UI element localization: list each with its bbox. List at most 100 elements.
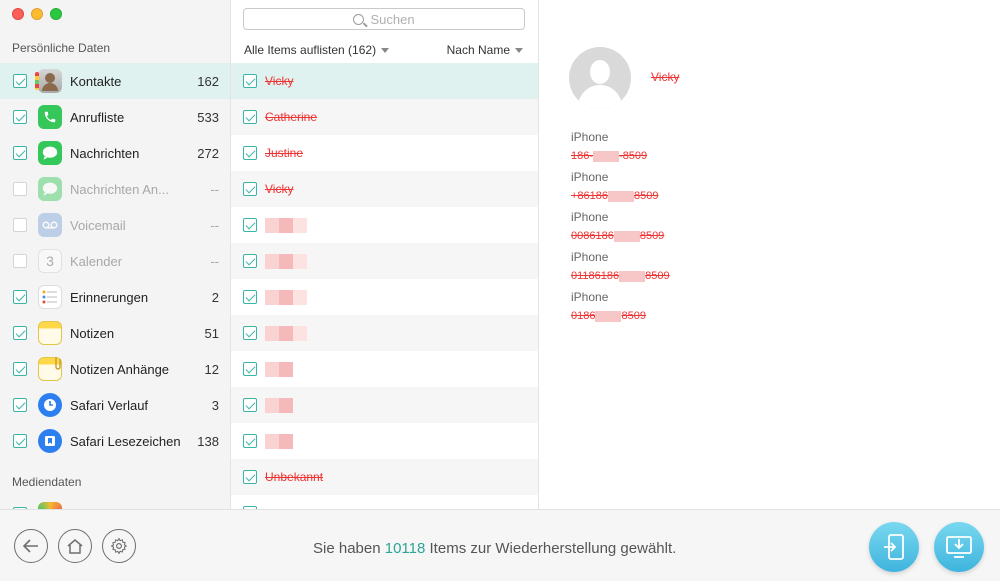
sidebar-item-notes[interactable]: Notizen 51 xyxy=(0,315,230,351)
checkbox[interactable] xyxy=(13,146,27,160)
phone-number: 01186186 8509 xyxy=(571,270,670,282)
phone-prefix: 0186 xyxy=(571,310,596,322)
to-device-icon xyxy=(884,534,904,560)
list-item[interactable] xyxy=(231,387,538,423)
checkbox[interactable] xyxy=(243,470,257,484)
checkbox[interactable] xyxy=(243,110,257,124)
restore-to-device-button[interactable] xyxy=(869,522,919,572)
sidebar-item-label: Kontakte xyxy=(70,73,122,89)
checkbox[interactable] xyxy=(243,254,257,268)
list-item[interactable]: Vicky xyxy=(231,171,538,207)
checkbox[interactable] xyxy=(13,398,27,412)
sidebar-item-voicemail[interactable]: Voicemail -- xyxy=(0,207,230,243)
status-suffix: Items zur Wiederherstellung gewählt. xyxy=(429,540,677,557)
checkbox[interactable] xyxy=(13,434,27,448)
checkbox[interactable] xyxy=(13,362,27,376)
redacted-digits xyxy=(593,150,620,162)
checkbox[interactable] xyxy=(243,434,257,448)
contacts-icon xyxy=(35,69,62,93)
phone-prefix: 186- xyxy=(571,150,594,162)
checkbox[interactable] xyxy=(243,218,257,232)
phone-entry: iPhone 01186186 8509 xyxy=(571,250,670,290)
sidebar-item-contacts[interactable]: Kontakte 162 xyxy=(0,63,230,99)
search-input[interactable]: Suchen xyxy=(243,8,525,30)
detail-contact-name: Vicky xyxy=(651,70,680,84)
phone-suffix: 8509 xyxy=(634,190,659,202)
checkbox[interactable] xyxy=(13,326,27,340)
list-item[interactable]: Vicky xyxy=(231,63,538,99)
sort-dropdown[interactable]: Nach Name xyxy=(447,43,523,57)
messages-icon xyxy=(38,141,62,165)
sidebar-item-call-log[interactable]: Anrufliste 533 xyxy=(0,99,230,135)
avatar xyxy=(569,47,631,109)
sidebar-item-message-attachments[interactable]: Nachrichten An... -- xyxy=(0,171,230,207)
sidebar-item-label: Safari Verlauf xyxy=(70,397,149,413)
phone-number: 0186 8509 xyxy=(571,310,670,322)
list-item[interactable] xyxy=(231,495,538,509)
item-list-pane: Suchen Alle Items auflisten (162) Nach N… xyxy=(231,0,539,509)
sidebar-item-safari-history[interactable]: Safari Verlauf 3 xyxy=(0,387,230,423)
back-button[interactable] xyxy=(14,529,48,563)
list-item[interactable] xyxy=(231,423,538,459)
filter-dropdown[interactable]: Alle Items auflisten (162) xyxy=(244,43,390,57)
settings-button[interactable] xyxy=(102,529,136,563)
note-attachments-icon xyxy=(38,357,62,381)
list-item[interactable]: Unbekannt xyxy=(231,459,538,495)
redacted-digits xyxy=(613,230,640,242)
sidebar-item-safari-bookmarks[interactable]: Safari Lesezeichen 138 xyxy=(0,423,230,459)
list-item[interactable] xyxy=(231,243,538,279)
maximize-window-button[interactable] xyxy=(50,8,62,20)
sidebar-item-photos[interactable] xyxy=(0,496,230,509)
sidebar-item-label: Notizen Anhänge xyxy=(70,361,170,377)
checkbox[interactable] xyxy=(13,290,27,304)
restore-to-computer-button[interactable] xyxy=(934,522,984,572)
status-count: 10118 xyxy=(384,540,426,557)
checkbox[interactable] xyxy=(243,398,257,412)
sidebar-item-count: 533 xyxy=(197,109,219,125)
phone-suffix: 8509 xyxy=(645,270,670,282)
sidebar-item-count: -- xyxy=(210,253,219,269)
close-window-button[interactable] xyxy=(12,8,24,20)
sidebar-item-label: Nachrichten xyxy=(70,145,140,161)
redacted-name xyxy=(265,361,293,377)
sidebar-item-messages[interactable]: Nachrichten 272 xyxy=(0,135,230,171)
list-item[interactable] xyxy=(231,315,538,351)
checkbox[interactable] xyxy=(13,254,27,268)
sidebar-item-count: 162 xyxy=(197,73,219,89)
checkbox[interactable] xyxy=(13,182,27,196)
voicemail-icon xyxy=(38,213,62,237)
to-computer-icon xyxy=(946,536,972,558)
home-button[interactable] xyxy=(58,529,92,563)
list-item[interactable] xyxy=(231,279,538,315)
sidebar-item-label: Voicemail xyxy=(70,217,126,233)
photos-icon xyxy=(38,502,62,509)
calendar-icon: 3 xyxy=(38,249,62,273)
checkbox[interactable] xyxy=(243,146,257,160)
sidebar-item-calendar[interactable]: 3 Kalender -- xyxy=(0,243,230,279)
detail-pane: Vicky iPhone 186- -8509 iPhone +86186 8509… xyxy=(539,0,1000,509)
list-item[interactable]: Justine xyxy=(231,135,538,171)
checkbox[interactable] xyxy=(13,218,27,232)
checkbox[interactable] xyxy=(243,74,257,88)
arrow-left-icon xyxy=(23,539,38,553)
checkbox[interactable] xyxy=(13,74,27,88)
sidebar-item-count: -- xyxy=(210,181,219,197)
list-item[interactable] xyxy=(231,207,538,243)
minimize-window-button[interactable] xyxy=(31,8,43,20)
list-item[interactable] xyxy=(231,351,538,387)
checkbox[interactable] xyxy=(243,290,257,304)
section-title-media: Mediendaten xyxy=(12,475,82,489)
checkbox[interactable] xyxy=(243,362,257,376)
sidebar-item-note-attachments[interactable]: Notizen Anhänge 12 xyxy=(0,351,230,387)
checkbox[interactable] xyxy=(13,110,27,124)
chevron-down-icon xyxy=(515,48,523,53)
checkbox[interactable] xyxy=(243,182,257,196)
sidebar-item-count: 272 xyxy=(197,145,219,161)
checkbox[interactable] xyxy=(243,326,257,340)
list-item[interactable]: Catherine xyxy=(231,99,538,135)
list-header: Alle Items auflisten (162) Nach Name xyxy=(231,38,538,60)
sidebar-item-count: 138 xyxy=(197,433,219,449)
phone-prefix: 0086186 xyxy=(571,230,614,242)
sidebar-item-label: Erinnerungen xyxy=(70,289,149,305)
sidebar-item-reminders[interactable]: Erinnerungen 2 xyxy=(0,279,230,315)
